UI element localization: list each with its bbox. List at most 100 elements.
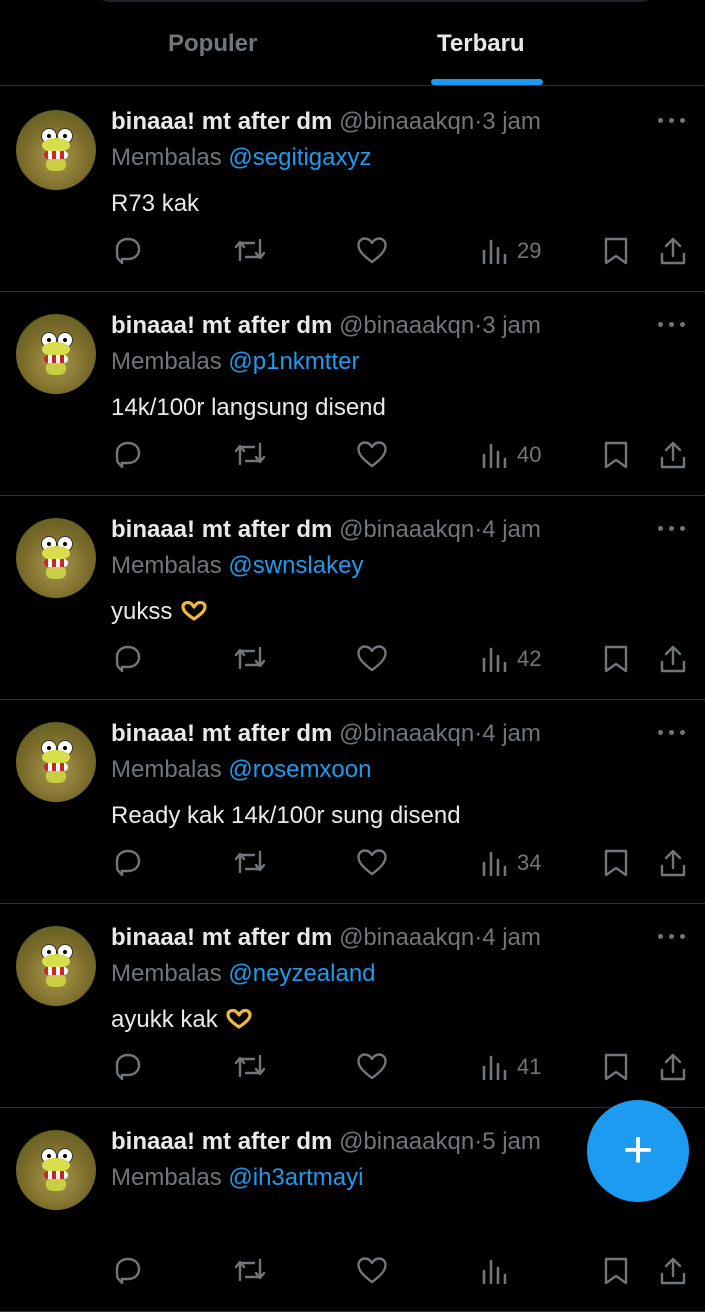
- bookmark-icon[interactable]: [602, 440, 630, 469]
- share-icon[interactable]: [658, 1256, 688, 1285]
- user-handle[interactable]: @binaaakqn: [339, 720, 474, 747]
- more-options-icon[interactable]: [658, 730, 686, 738]
- frog-avatar-icon: [39, 128, 73, 172]
- tab-populer[interactable]: Populer: [168, 30, 257, 70]
- user-handle[interactable]: @binaaakqn: [339, 1128, 474, 1155]
- bookmark-icon[interactable]: [602, 1052, 630, 1081]
- tweet-text: Ready kak 14k/100r sung disend: [111, 802, 461, 830]
- timestamp[interactable]: 4 jam: [482, 924, 541, 951]
- retweet-icon[interactable]: [233, 644, 267, 672]
- tweet[interactable]: binaaa! mt after dm @binaaakqn·3 jam Mem…: [0, 292, 705, 496]
- like-heart-icon[interactable]: [356, 1052, 388, 1080]
- display-name[interactable]: binaaa! mt after dm: [111, 1128, 332, 1155]
- more-options-icon[interactable]: [658, 934, 686, 942]
- like-heart-icon[interactable]: [356, 848, 388, 876]
- retweet-icon[interactable]: [233, 236, 267, 264]
- reply-prefix: Membalas: [111, 348, 222, 375]
- reply-mention-link[interactable]: @p1nkmtter: [228, 348, 359, 375]
- user-handle[interactable]: @binaaakqn: [339, 312, 474, 339]
- timestamp[interactable]: 4 jam: [482, 516, 541, 543]
- display-name[interactable]: binaaa! mt after dm: [111, 720, 332, 747]
- timestamp[interactable]: 3 jam: [482, 312, 541, 339]
- share-icon[interactable]: [658, 236, 688, 265]
- frog-avatar-icon: [39, 740, 73, 784]
- tweet-text: yukss: [111, 598, 207, 626]
- reply-prefix: Membalas: [111, 552, 222, 579]
- share-icon[interactable]: [658, 644, 688, 673]
- like-heart-icon[interactable]: [356, 1256, 388, 1284]
- tweet[interactable]: binaaa! mt after dm @binaaakqn·4 jam Mem…: [0, 700, 705, 904]
- more-options-icon[interactable]: [658, 118, 686, 126]
- reply-context: Membalas @swnslakey: [111, 552, 363, 580]
- compose-button[interactable]: +: [587, 1100, 689, 1202]
- user-handle[interactable]: @binaaakqn: [339, 924, 474, 951]
- tweet-text: ayukk kak: [111, 1006, 252, 1034]
- reply-mention-link[interactable]: @segitigaxyz: [228, 144, 371, 171]
- avatar[interactable]: [16, 926, 96, 1006]
- separator: ·: [474, 108, 483, 135]
- display-name[interactable]: binaaa! mt after dm: [111, 312, 332, 339]
- reply-mention-link[interactable]: @swnslakey: [228, 552, 363, 579]
- avatar[interactable]: [16, 1130, 96, 1210]
- views-icon[interactable]: [480, 440, 510, 468]
- views-icon[interactable]: [480, 1256, 510, 1284]
- tweet-text: R73 kak: [111, 190, 199, 218]
- reply-icon[interactable]: [113, 644, 143, 672]
- retweet-icon[interactable]: [233, 848, 267, 876]
- tweet[interactable]: binaaa! mt after dm @binaaakqn·3 jam Mem…: [0, 88, 705, 292]
- reply-mention-link[interactable]: @ih3artmayi: [228, 1164, 363, 1191]
- avatar[interactable]: [16, 722, 96, 802]
- share-icon[interactable]: [658, 1052, 688, 1081]
- bookmark-icon[interactable]: [602, 848, 630, 877]
- like-heart-icon[interactable]: [356, 440, 388, 468]
- share-icon[interactable]: [658, 440, 688, 469]
- reply-context: Membalas @ih3artmayi: [111, 1164, 363, 1192]
- reply-mention-link[interactable]: @neyzealand: [228, 960, 375, 987]
- like-heart-icon[interactable]: [356, 644, 388, 672]
- display-name[interactable]: binaaa! mt after dm: [111, 924, 332, 951]
- separator: ·: [474, 720, 483, 747]
- retweet-icon[interactable]: [233, 1052, 267, 1080]
- avatar[interactable]: [16, 110, 96, 190]
- retweet-icon[interactable]: [233, 440, 267, 468]
- reply-icon[interactable]: [113, 1052, 143, 1080]
- frog-avatar-icon: [39, 944, 73, 988]
- tweet[interactable]: binaaa! mt after dm @binaaakqn·4 jam Mem…: [0, 904, 705, 1108]
- tweet-text-content: 14k/100r langsung disend: [111, 394, 386, 421]
- tweet-text-content: R73 kak: [111, 190, 200, 217]
- user-handle[interactable]: @binaaakqn: [339, 108, 474, 135]
- views-icon[interactable]: [480, 1052, 510, 1080]
- timestamp[interactable]: 4 jam: [482, 720, 541, 747]
- reply-mention-link[interactable]: @rosemxoon: [228, 756, 371, 783]
- display-name[interactable]: binaaa! mt after dm: [111, 516, 332, 543]
- reply-prefix: Membalas: [111, 1164, 222, 1191]
- reply-icon[interactable]: [113, 848, 143, 876]
- search-bar[interactable]: [92, 0, 658, 2]
- views-count: 41: [517, 1054, 542, 1079]
- reply-icon[interactable]: [113, 1256, 143, 1284]
- bookmark-icon[interactable]: [602, 644, 630, 673]
- bookmark-icon[interactable]: [602, 236, 630, 265]
- retweet-icon[interactable]: [233, 1256, 267, 1284]
- views-icon[interactable]: [480, 848, 510, 876]
- bookmark-icon[interactable]: [602, 1256, 630, 1285]
- frog-avatar-icon: [39, 536, 73, 580]
- timestamp[interactable]: 5 jam: [482, 1128, 541, 1155]
- reply-icon[interactable]: [113, 440, 143, 468]
- tweet-header: binaaa! mt after dm @binaaakqn·4 jam: [111, 516, 541, 544]
- more-options-icon[interactable]: [658, 322, 686, 330]
- more-options-icon[interactable]: [658, 526, 686, 534]
- views-icon[interactable]: [480, 644, 510, 672]
- top-bar: Populer Terbaru: [0, 0, 705, 86]
- share-icon[interactable]: [658, 848, 688, 877]
- avatar[interactable]: [16, 314, 96, 394]
- reply-icon[interactable]: [113, 236, 143, 264]
- tab-terbaru[interactable]: Terbaru: [437, 30, 525, 70]
- display-name[interactable]: binaaa! mt after dm: [111, 108, 332, 135]
- like-heart-icon[interactable]: [356, 236, 388, 264]
- views-icon[interactable]: [480, 236, 510, 264]
- avatar[interactable]: [16, 518, 96, 598]
- timestamp[interactable]: 3 jam: [482, 108, 541, 135]
- user-handle[interactable]: @binaaakqn: [339, 516, 474, 543]
- tweet[interactable]: binaaa! mt after dm @binaaakqn·4 jam Mem…: [0, 496, 705, 700]
